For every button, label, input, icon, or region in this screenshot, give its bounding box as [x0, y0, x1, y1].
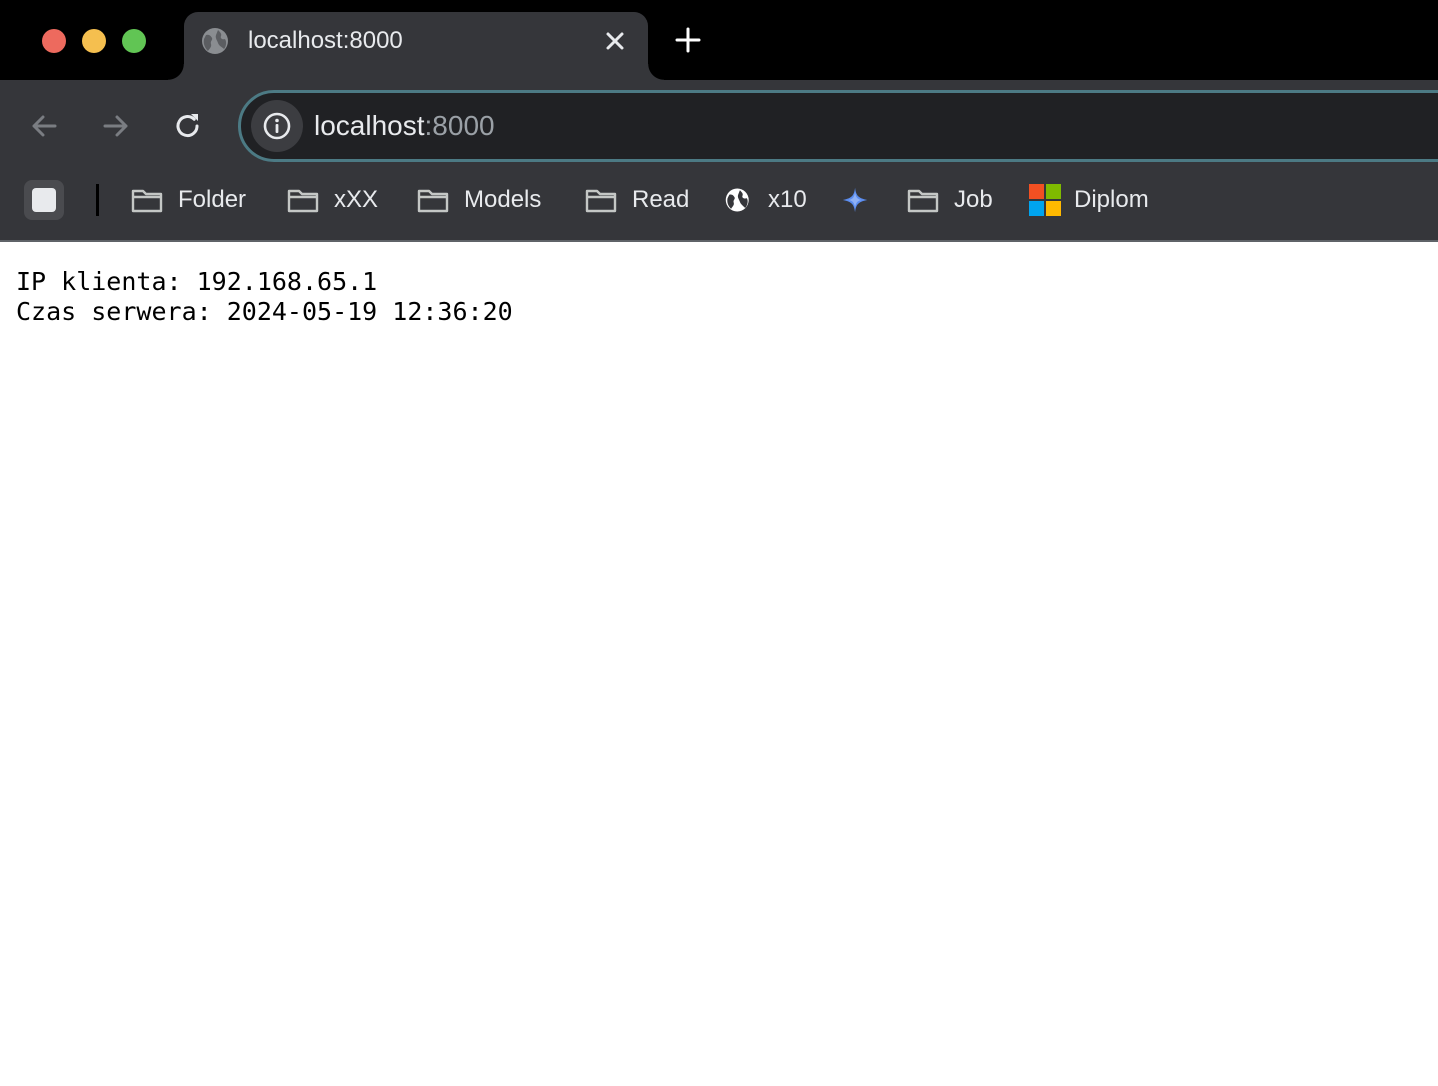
window-minimize-button[interactable] [82, 29, 106, 53]
globe-icon [202, 28, 228, 54]
bookmark-label: Models [464, 186, 542, 213]
bookmark-sparkle[interactable] [840, 180, 872, 220]
reload-icon[interactable] [170, 108, 206, 144]
page-viewport: IP klienta: 192.168.65.1 Czas serwera: 20… [0, 242, 1438, 1086]
folder-icon [417, 189, 449, 213]
bookmark-label: Diplom [1074, 186, 1149, 213]
bookmark-label: Read [632, 186, 690, 213]
bookmark-label: xXX [334, 186, 379, 213]
bookmark-read[interactable]: Read [584, 180, 689, 220]
bookmark-diplom[interactable]: Diplom [1028, 180, 1149, 220]
bookmark-job[interactable]: Job [906, 180, 993, 220]
bookmark-label: Folder [178, 186, 247, 213]
sparkle-icon [842, 187, 868, 213]
folder-icon [287, 189, 319, 213]
apps-button[interactable] [24, 180, 64, 220]
address-bar[interactable]: localhost:8000 [238, 90, 1438, 162]
tab-title: localhost:8000 [248, 27, 403, 54]
toolbar: localhost:8000 [0, 80, 1438, 172]
bookmarks-bar: Folder xXX Models Read x10 Job Diplom [0, 172, 1438, 240]
site-info-button[interactable] [251, 100, 303, 152]
client-ip-line: IP klienta: 192.168.65.1 [16, 267, 378, 296]
bookmark-x10[interactable]: x10 [724, 180, 807, 220]
folder-icon [907, 189, 939, 213]
folder-icon [131, 189, 163, 213]
bookmark-label: Job [954, 186, 993, 213]
tab-strip: localhost:8000 [0, 0, 1438, 80]
tab-localhost[interactable]: localhost:8000 [168, 12, 664, 80]
microsoft-logo-icon [1029, 184, 1061, 216]
window-close-button[interactable] [42, 29, 66, 53]
server-time-line: Czas serwera: 2024-05-19 12:36:20 [16, 297, 513, 326]
bookmarks-separator [96, 184, 99, 216]
window-maximize-button[interactable] [122, 29, 146, 53]
url-text[interactable]: localhost:8000 [314, 109, 495, 143]
close-icon[interactable] [600, 26, 630, 56]
apps-icon [32, 188, 56, 212]
new-tab-button[interactable] [672, 24, 704, 56]
info-icon [263, 112, 291, 140]
url-host: localhost [314, 110, 425, 141]
bookmark-label: x10 [768, 186, 807, 213]
url-port: :8000 [424, 110, 495, 141]
bookmark-models[interactable]: Models [416, 180, 541, 220]
bookmark-folder[interactable]: Folder [130, 180, 246, 220]
globe-icon [725, 188, 749, 212]
browser-chrome: localhost:8000 localhost:8000 Folder xXX… [0, 0, 1438, 242]
back-arrow-icon[interactable] [26, 108, 62, 144]
forward-arrow-icon[interactable] [98, 108, 134, 144]
folder-icon [585, 189, 617, 213]
page-text: IP klienta: 192.168.65.1 Czas serwera: 20… [16, 267, 513, 327]
bookmark-xxx[interactable]: xXX [286, 180, 378, 220]
